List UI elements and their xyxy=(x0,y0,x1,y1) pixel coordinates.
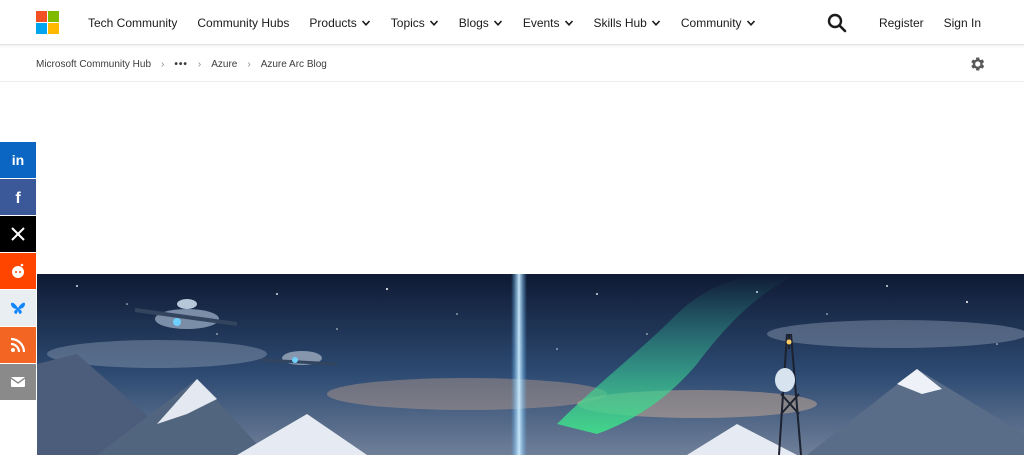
reddit-icon xyxy=(12,263,24,278)
share-bluesky-button[interactable] xyxy=(0,290,36,326)
email-icon xyxy=(10,377,26,387)
x-icon xyxy=(11,227,25,241)
chevron-down-icon xyxy=(429,19,438,26)
breadcrumb-azure-arc-blog[interactable]: Azure Arc Blog xyxy=(261,59,327,70)
svg-text:in: in xyxy=(12,152,24,168)
nav-item-community[interactable]: Community xyxy=(681,16,756,30)
nav-item-label: Blogs xyxy=(458,15,489,30)
nav-item-products[interactable]: Products xyxy=(309,16,370,30)
share-x-button[interactable] xyxy=(0,216,36,252)
sign-in-link[interactable]: Sign In xyxy=(944,16,981,30)
breadcrumb-home[interactable]: Microsoft Community Hub xyxy=(36,59,151,70)
gear-icon[interactable] xyxy=(968,55,986,73)
breadcrumb-separator-icon: › xyxy=(161,58,165,70)
nav-item-label: Products xyxy=(309,15,357,30)
chevron-down-icon xyxy=(361,19,370,26)
night-sky-drones-aurora-tower-image xyxy=(37,274,1024,455)
share-email-button[interactable] xyxy=(0,364,36,400)
nav-item-label: Events xyxy=(522,15,560,30)
breadcrumb-separator-icon: › xyxy=(197,58,202,70)
nav-item-label: Skills Hub xyxy=(593,15,647,30)
bluesky-icon xyxy=(11,302,25,314)
nav-item-skills-hub[interactable]: Skills Hub xyxy=(594,16,661,30)
logo-square-yellow xyxy=(48,23,59,34)
nav-item-community-hubs[interactable]: Community Hubs xyxy=(197,16,289,30)
nav-item-label: Community xyxy=(680,15,742,30)
nav-item-blogs[interactable]: Blogs xyxy=(459,16,503,30)
svg-text:f: f xyxy=(15,190,21,206)
nav-item-tech-community[interactable]: Tech Community xyxy=(88,16,177,30)
social-share-bar: in f xyxy=(0,142,36,401)
logo-square-blue xyxy=(36,23,47,34)
logo-square-green xyxy=(48,11,59,22)
share-reddit-button[interactable] xyxy=(0,253,36,289)
logo-square-red xyxy=(36,11,47,22)
nav-item-label: Topics xyxy=(390,15,425,30)
chevron-down-icon xyxy=(564,19,573,26)
nav-item-events[interactable]: Events xyxy=(523,16,574,30)
nav-item-topics[interactable]: Topics xyxy=(391,16,439,30)
main-menu: Tech Community Community Hubs Products Topi… xyxy=(78,0,766,45)
breadcrumb-azure[interactable]: Azure xyxy=(211,59,237,70)
breadcrumb-bar: Microsoft Community Hub › ••• › Azure › … xyxy=(0,46,1024,82)
chevron-down-icon xyxy=(746,19,755,26)
nav-item-label: Community Hubs xyxy=(197,15,290,30)
chevron-down-icon xyxy=(493,19,502,26)
user-actions: Register Sign In xyxy=(827,0,981,45)
breadcrumb-ellipsis-button[interactable]: ••• xyxy=(174,59,188,70)
chevron-down-icon xyxy=(651,19,660,26)
breadcrumb: Microsoft Community Hub › ••• › Azure › … xyxy=(36,46,327,82)
register-link[interactable]: Register xyxy=(879,16,924,30)
linkedin-icon: in xyxy=(12,152,24,168)
rss-icon xyxy=(10,337,26,353)
search-icon[interactable] xyxy=(827,13,847,33)
share-rss-button[interactable] xyxy=(0,327,36,363)
hero-image xyxy=(37,274,1024,455)
top-navigation: Tech Community Community Hubs Products Topi… xyxy=(0,0,1024,45)
microsoft-logo[interactable] xyxy=(36,11,59,34)
nav-item-label: Tech Community xyxy=(88,15,178,30)
share-linkedin-button[interactable]: in xyxy=(0,142,36,178)
share-facebook-button[interactable]: f xyxy=(0,179,36,215)
facebook-icon: f xyxy=(15,190,21,206)
breadcrumb-separator-icon: › xyxy=(247,58,251,70)
